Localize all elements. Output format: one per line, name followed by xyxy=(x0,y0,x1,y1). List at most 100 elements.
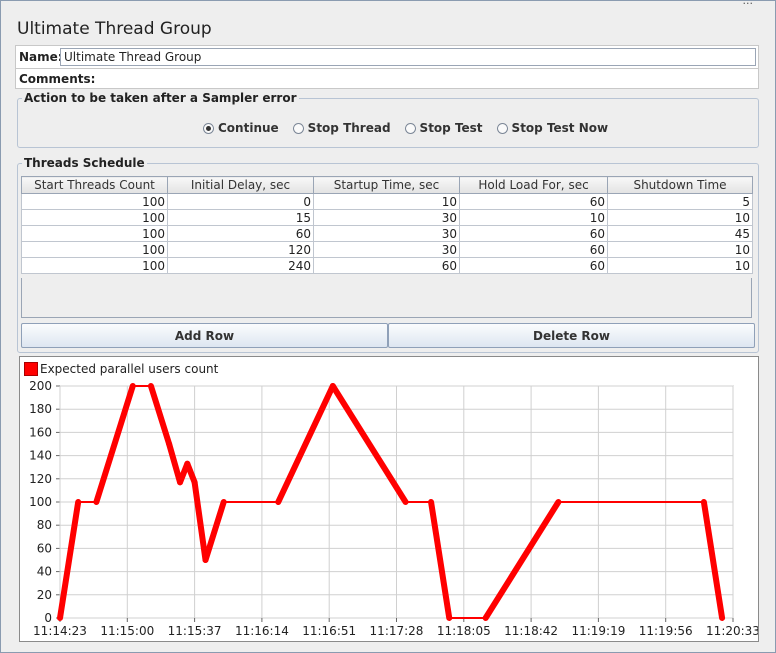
table-cell[interactable]: 60 xyxy=(167,225,314,242)
data-point xyxy=(720,616,724,620)
table-cell[interactable]: 10 xyxy=(459,209,608,226)
data-point xyxy=(484,616,488,620)
delete-row-button[interactable]: Delete Row xyxy=(388,323,755,348)
y-tick-label: 120 xyxy=(29,472,52,486)
radio-stop-test-now-indicator[interactable] xyxy=(496,122,508,134)
comments-label: Comments: xyxy=(19,72,96,86)
data-point xyxy=(149,384,153,388)
table-cell[interactable]: 10 xyxy=(607,241,753,258)
schedule-table: Start Threads Count Initial Delay, sec S… xyxy=(21,176,753,274)
radio-stop-test-now-label: Stop Test Now xyxy=(511,121,609,135)
y-tick-label: 100 xyxy=(29,495,52,509)
sampler-error-panel: Action to be taken after a Sampler error… xyxy=(17,91,759,148)
table-cell[interactable]: 100 xyxy=(21,257,168,274)
table-cell[interactable]: 100 xyxy=(21,241,168,258)
table-empty-area[interactable] xyxy=(21,278,752,318)
table-cell[interactable]: 60 xyxy=(459,225,608,242)
table-cell[interactable]: 100 xyxy=(21,193,168,210)
y-tick-label: 180 xyxy=(29,402,52,416)
x-tick-label: 11:17:28 xyxy=(370,624,424,638)
radio-stop-test-label: Stop Test xyxy=(419,121,483,135)
y-tick-label: 40 xyxy=(37,565,52,579)
table-cell[interactable]: 60 xyxy=(459,241,608,258)
table-cell[interactable]: 45 xyxy=(607,225,753,242)
table-cell[interactable]: 100 xyxy=(21,225,168,242)
sampler-error-legend: Action to be taken after a Sampler error xyxy=(22,91,299,105)
x-tick-label: 11:15:37 xyxy=(168,624,222,638)
data-point xyxy=(447,616,451,620)
table-cell[interactable]: 10 xyxy=(607,257,753,274)
radio-continue-indicator[interactable] xyxy=(203,122,214,134)
table-cell[interactable]: 60 xyxy=(459,193,608,210)
y-tick-label: 0 xyxy=(44,611,52,625)
column-header[interactable]: Startup Time, sec xyxy=(313,176,460,194)
radio-stop-thread[interactable]: Stop Thread xyxy=(292,121,391,135)
data-point xyxy=(94,500,98,504)
data-point xyxy=(204,558,208,562)
table-cell[interactable]: 10 xyxy=(313,193,460,210)
table-row[interactable]: 100 60 30 60 45 xyxy=(21,225,753,242)
radio-continue-label: Continue xyxy=(218,121,279,135)
y-tick-label: 140 xyxy=(29,449,52,463)
table-row[interactable]: 100 120 30 60 10 xyxy=(21,241,753,258)
x-tick-label: 11:18:05 xyxy=(437,624,491,638)
column-header[interactable]: Initial Delay, sec xyxy=(167,176,314,194)
column-header[interactable]: Start Threads Count xyxy=(21,176,168,194)
table-cell[interactable]: 10 xyxy=(607,209,753,226)
name-input[interactable]: Ultimate Thread Group xyxy=(60,48,756,66)
threads-schedule-panel: Threads Schedule Start Threads Count Ini… xyxy=(17,156,759,353)
table-cell[interactable]: 15 xyxy=(167,209,314,226)
data-point xyxy=(222,500,226,504)
table-cell[interactable]: 60 xyxy=(313,257,460,274)
table-cell[interactable]: 0 xyxy=(167,193,314,210)
table-cell[interactable]: 30 xyxy=(313,225,460,242)
data-point xyxy=(58,616,62,620)
name-row: Name: Ultimate Thread Group xyxy=(15,45,759,69)
users-chart: Expected parallel users count 0 20 40 60 80 1… xyxy=(19,356,759,642)
y-tick-label: 20 xyxy=(37,588,52,602)
table-row[interactable]: 100 15 30 10 10 xyxy=(21,209,753,226)
x-tick-label: 11:18:42 xyxy=(504,624,558,638)
y-tick-label: 160 xyxy=(29,425,52,439)
table-cell[interactable]: 100 xyxy=(21,209,168,226)
window-frame: ... Ultimate Thread Group Name: Ultimate… xyxy=(0,0,776,653)
column-header[interactable]: Shutdown Time xyxy=(607,176,753,194)
data-point xyxy=(178,480,182,484)
schedule-header-row: Start Threads Count Initial Delay, sec S… xyxy=(21,176,753,194)
add-row-button[interactable]: Add Row xyxy=(21,323,388,348)
table-cell[interactable]: 240 xyxy=(167,257,314,274)
column-header[interactable]: Hold Load For, sec xyxy=(459,176,608,194)
data-point xyxy=(131,384,135,388)
table-cell[interactable]: 60 xyxy=(459,257,608,274)
table-cell[interactable]: 30 xyxy=(313,241,460,258)
comments-row[interactable]: Comments: xyxy=(15,69,759,89)
data-point xyxy=(76,500,80,504)
table-row[interactable]: 100 240 60 60 10 xyxy=(21,257,753,274)
threads-schedule-legend: Threads Schedule xyxy=(22,156,147,170)
chart-plot: 0 20 40 60 80 100 120 140 160 180 200 11:14:23 11:15… xyxy=(29,379,758,638)
x-tick-label: 11:14:23 xyxy=(33,624,87,638)
radio-stop-thread-indicator[interactable] xyxy=(292,122,304,134)
x-tick-label: 11:20:33 xyxy=(706,624,758,638)
radio-stop-thread-label: Stop Thread xyxy=(307,121,391,135)
table-cell[interactable]: 30 xyxy=(313,209,460,226)
radio-continue[interactable]: Continue xyxy=(203,121,279,135)
table-cell[interactable]: 5 xyxy=(607,193,753,210)
y-tick-label: 200 xyxy=(29,379,52,393)
y-tick-label: 80 xyxy=(37,518,52,532)
page-title: Ultimate Thread Group xyxy=(17,19,212,39)
table-row[interactable]: 100 0 10 60 5 xyxy=(21,193,753,210)
radio-stop-test-indicator[interactable] xyxy=(404,122,416,134)
data-point xyxy=(193,480,197,484)
radio-stop-test-now[interactable]: Stop Test Now xyxy=(496,121,609,135)
corner-text: ... xyxy=(742,0,754,7)
data-point xyxy=(331,384,335,388)
x-tick-label: 11:16:51 xyxy=(302,624,356,638)
data-point xyxy=(185,462,189,466)
data-point xyxy=(167,442,171,446)
radio-stop-test[interactable]: Stop Test xyxy=(404,121,483,135)
x-tick-label: 11:19:19 xyxy=(571,624,625,638)
sampler-error-options: Continue Stop Thread Stop Test Stop Test… xyxy=(203,121,608,135)
table-cell[interactable]: 120 xyxy=(167,241,314,258)
data-point xyxy=(276,500,280,504)
